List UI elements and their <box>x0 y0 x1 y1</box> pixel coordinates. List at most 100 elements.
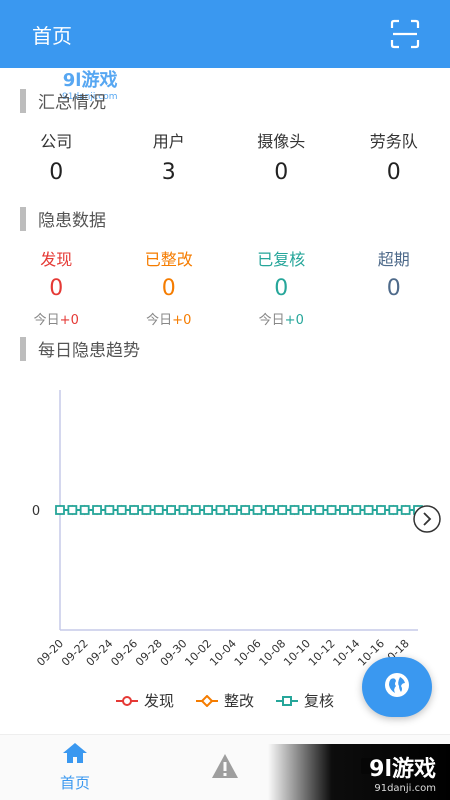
data-point <box>339 505 349 515</box>
section-marker <box>20 88 26 113</box>
data-point <box>240 505 251 515</box>
watermark-site: 91danji.com <box>374 782 436 794</box>
hazard-today: 今日+0 <box>259 309 304 328</box>
legend-item-reviewed[interactable]: 复核 <box>276 690 334 711</box>
stat-value: 0 <box>386 160 401 185</box>
x-tick-label: 09-22 <box>59 637 91 669</box>
tab-home[interactable]: 首页 <box>0 735 150 800</box>
legend-label: 复核 <box>304 692 335 710</box>
data-point <box>129 505 139 515</box>
tab-label: 首页 <box>59 774 90 792</box>
data-point <box>351 505 362 515</box>
data-point <box>203 505 214 515</box>
x-tick-label: 09-26 <box>108 637 140 669</box>
hazard-rectified[interactable]: 已整改 0 今日+0 <box>113 246 226 328</box>
x-tick-label: 10-10 <box>281 637 313 669</box>
watermark-brand: 9l游戏 <box>369 756 436 782</box>
legend-item-found[interactable]: 发现 <box>115 690 174 711</box>
chevron-right-icon[interactable] <box>413 505 441 533</box>
legend-item-rectified[interactable]: 整改 <box>195 690 254 711</box>
legend-rectified-marker <box>195 694 218 707</box>
stat-value: 0 <box>274 160 289 185</box>
stat-label: 用户 <box>152 132 185 151</box>
today-label: 今日 <box>258 313 285 328</box>
hazard-label: 发现 <box>40 250 73 269</box>
watermark-banner: 9l游戏 91danji.com <box>268 744 450 800</box>
stat-cameras[interactable]: 摄像头 0 <box>225 128 338 185</box>
summary-title: 汇总情况 <box>38 93 106 113</box>
hazard-stats: 发现 0 今日+0 已整改 0 今日+0 已复核 0 今日+0 超期 0 <box>0 246 450 328</box>
data-point <box>67 505 78 515</box>
stat-label: 劳务队 <box>369 132 418 151</box>
app-bar: 首页 <box>0 0 450 68</box>
hazard-label: 超期 <box>377 250 410 269</box>
globe-fab-button[interactable] <box>362 657 432 717</box>
stat-value: 0 <box>49 160 64 185</box>
data-point <box>227 505 238 515</box>
data-point <box>55 505 65 515</box>
x-tick-label: 09-30 <box>158 637 190 669</box>
stat-label: 摄像头 <box>257 132 306 151</box>
section-marker <box>20 336 26 361</box>
x-tick-label: 10-02 <box>182 637 214 669</box>
hazard-label: 已复核 <box>257 250 306 269</box>
y-tick-label: 0 <box>32 504 40 519</box>
summary-section-header: 汇总情况 <box>20 88 106 113</box>
hazard-today: 今日+0 <box>146 309 191 328</box>
data-point <box>314 505 325 515</box>
hazard-reviewed[interactable]: 已复核 0 今日+0 <box>225 246 338 328</box>
data-point <box>178 505 189 515</box>
x-tick-label: 10-14 <box>331 637 363 669</box>
scan-icon[interactable] <box>390 19 420 49</box>
today-delta: +0 <box>59 313 79 328</box>
hazard-overdue[interactable]: 超期 0 <box>338 246 450 328</box>
today-delta: +0 <box>284 313 304 328</box>
data-point <box>190 505 201 515</box>
trend-title: 每日隐患趋势 <box>38 341 140 361</box>
hazard-value: 0 <box>49 276 64 301</box>
hazard-title: 隐患数据 <box>38 211 106 231</box>
today-label: 今日 <box>146 313 173 328</box>
data-point <box>277 505 288 515</box>
legend-label: 发现 <box>143 692 174 710</box>
hazard-section-header: 隐患数据 <box>20 206 106 231</box>
summary-stats: 公司 0 用户 3 摄像头 0 劳务队 0 <box>0 128 450 185</box>
hazard-value: 0 <box>161 276 176 301</box>
hazard-found[interactable]: 发现 0 今日+0 <box>0 246 113 328</box>
data-point <box>166 505 177 515</box>
data-point <box>79 505 90 515</box>
data-point <box>104 505 115 515</box>
data-point <box>301 505 312 515</box>
hazard-today: 今日+0 <box>34 309 79 328</box>
data-point <box>264 505 275 515</box>
data-point <box>400 505 411 515</box>
hazard-value: 0 <box>274 276 289 301</box>
stat-company[interactable]: 公司 0 <box>0 128 113 185</box>
x-tick-label: 09-24 <box>84 637 116 669</box>
data-point <box>363 505 374 515</box>
data-point <box>141 505 152 515</box>
stat-value: 3 <box>161 160 176 185</box>
x-tick-label: 09-28 <box>133 637 165 669</box>
hazard-label: 已整改 <box>144 250 193 269</box>
legend-reviewed-marker <box>276 695 298 706</box>
x-tick-label: 10-06 <box>232 637 264 669</box>
legend-label: 整改 <box>223 692 254 710</box>
section-marker <box>20 206 26 231</box>
data-point <box>289 505 300 515</box>
page-title: 首页 <box>32 23 72 48</box>
data-point <box>153 505 164 515</box>
data-point <box>388 505 399 515</box>
stat-labor-teams[interactable]: 劳务队 0 <box>338 128 450 185</box>
today-delta: +0 <box>172 313 192 328</box>
trend-section-header: 每日隐患趋势 <box>20 336 140 361</box>
stat-users[interactable]: 用户 3 <box>113 128 226 185</box>
x-tick-label: 10-12 <box>306 637 338 669</box>
warning-icon <box>211 753 239 783</box>
data-point <box>252 505 263 515</box>
data-point <box>116 505 127 515</box>
home-icon <box>62 742 88 768</box>
hazard-value: 0 <box>386 276 401 301</box>
data-point <box>326 505 337 515</box>
globe-icon <box>383 671 411 703</box>
